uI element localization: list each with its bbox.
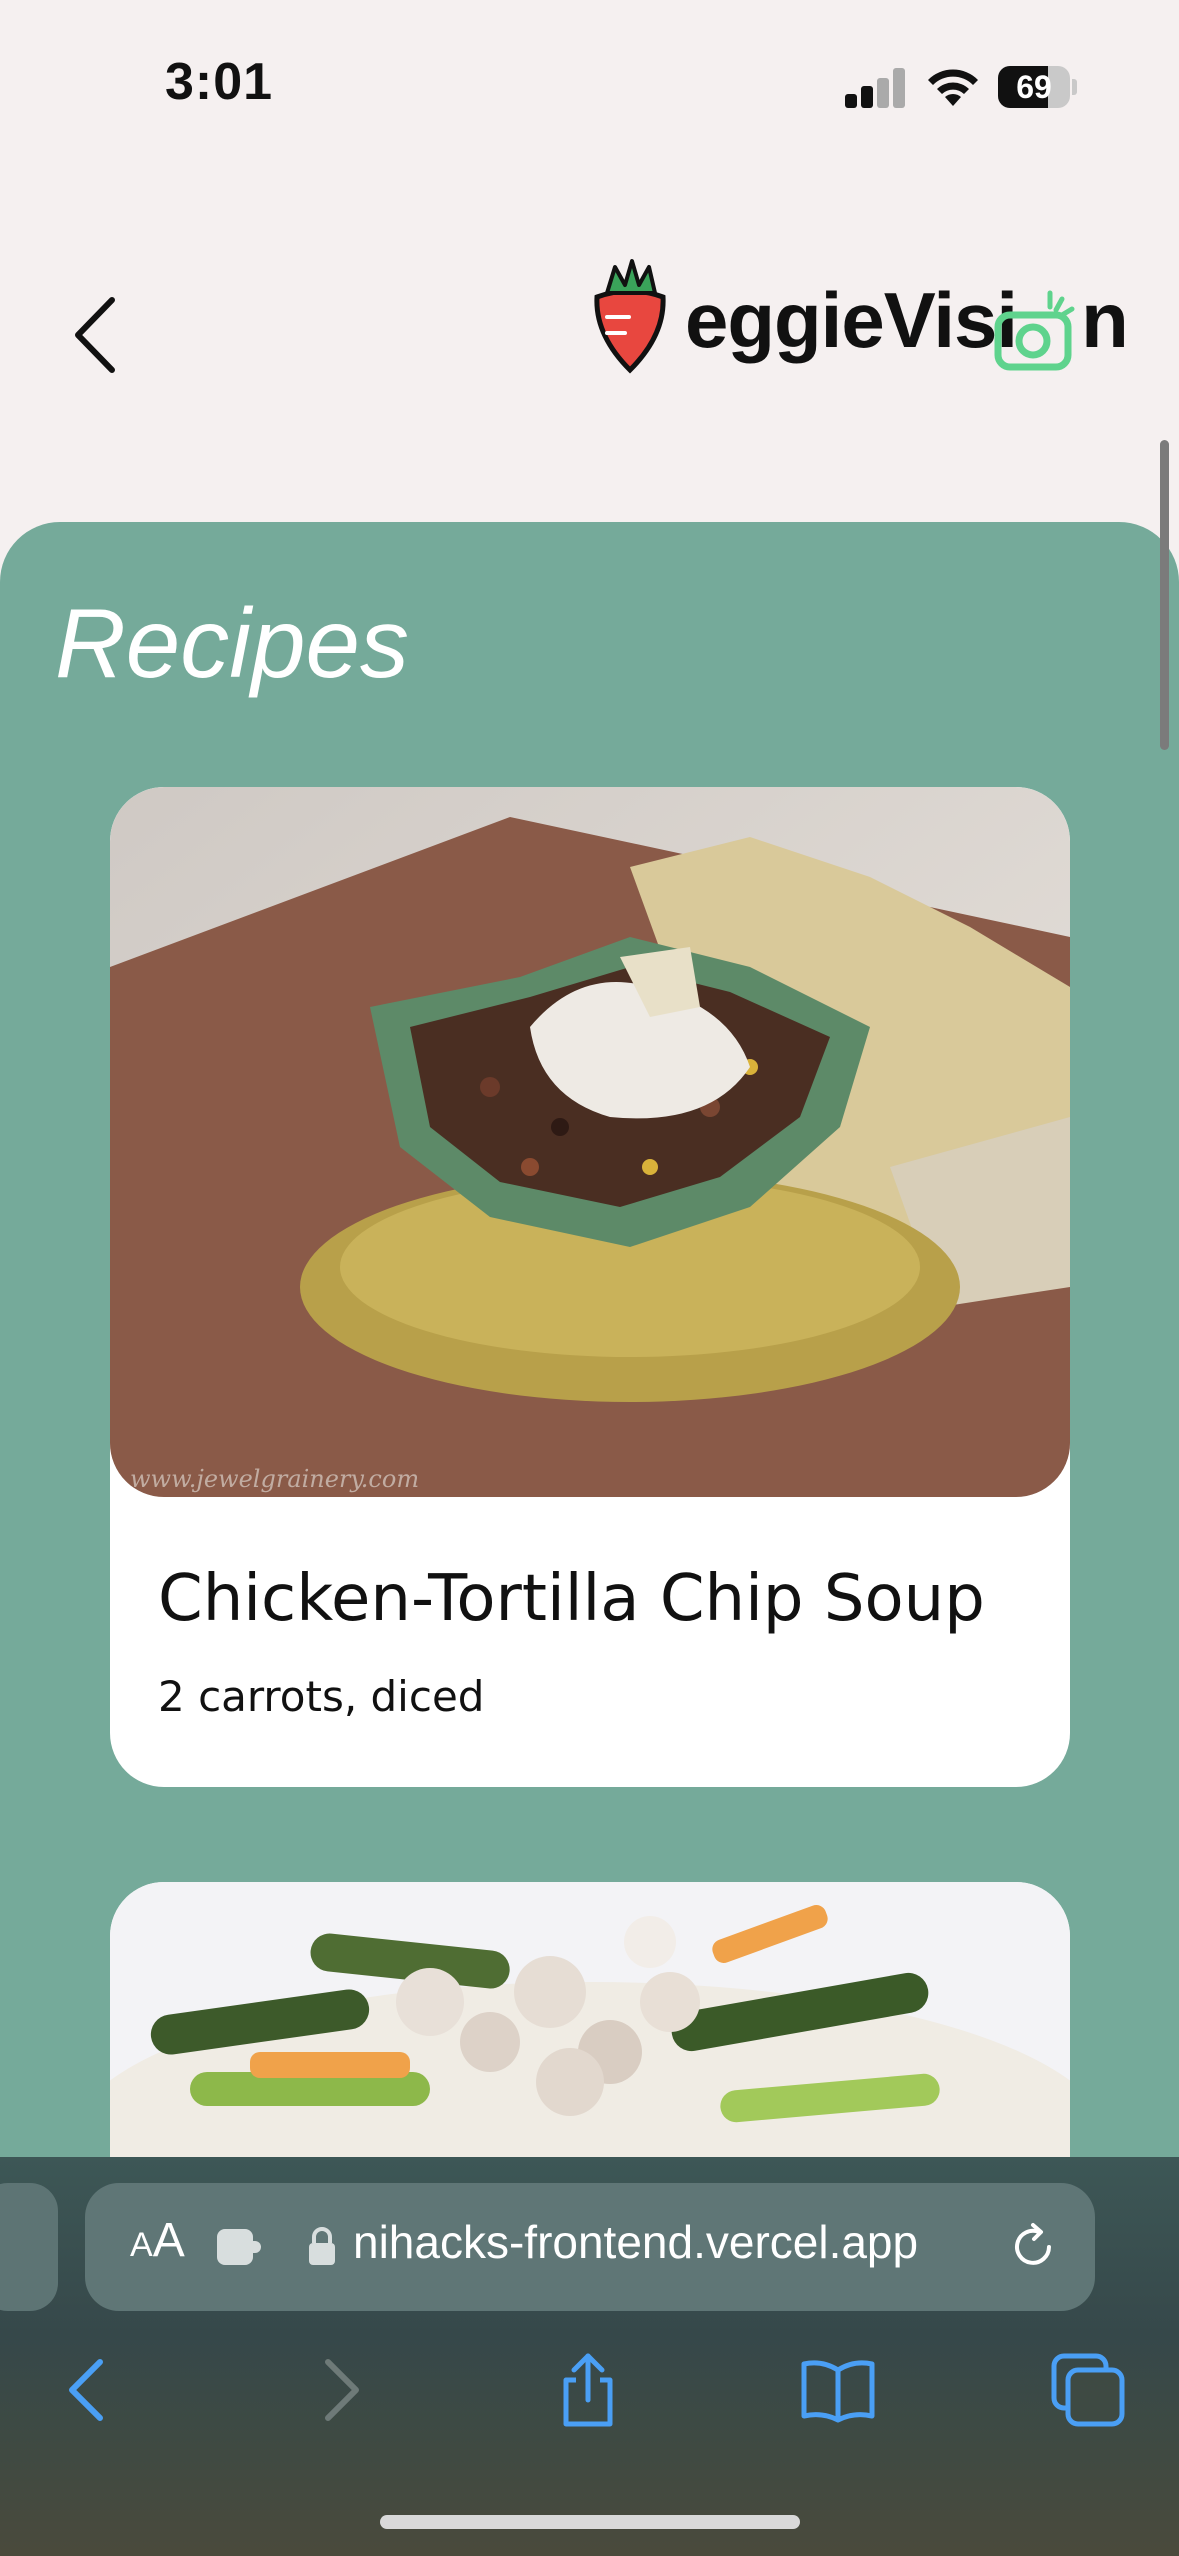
status-bar: 3:01 69 — [0, 0, 1179, 140]
tabs-icon[interactable] — [1048, 2350, 1128, 2430]
share-icon[interactable] — [548, 2350, 628, 2430]
wifi-icon — [928, 69, 978, 106]
scroll-indicator[interactable] — [1160, 440, 1169, 750]
recipe-image: www.jewelgrainery.com — [110, 787, 1070, 1497]
back-button[interactable] — [60, 285, 130, 385]
reload-icon[interactable] — [1005, 2219, 1061, 2275]
status-time: 3:01 — [165, 53, 274, 111]
recipes-panel: Recipes www.jewelgrainery.com Chicken-To… — [0, 522, 1179, 2222]
battery-icon: 69 — [998, 66, 1077, 108]
back-nav-icon[interactable] — [48, 2350, 128, 2430]
address-bar[interactable]: AA nihacks-frontend.vercel.app — [85, 2183, 1095, 2311]
url-text: nihacks-frontend.vercel.app — [353, 2216, 919, 2268]
extension-icon[interactable] — [215, 2225, 265, 2269]
cellular-signal-icon — [845, 68, 907, 108]
camera-icon — [994, 290, 1075, 371]
strawberry-icon — [594, 259, 666, 374]
recipe-title: Chicken-Tortilla Chip Soup — [158, 1562, 985, 1636]
recipe-card[interactable]: www.jewelgrainery.com Chicken-Tortilla C… — [110, 787, 1070, 1787]
logo-text-eggie: eggie — [685, 276, 885, 364]
page-title: Recipes — [55, 588, 410, 698]
lock-icon — [309, 2227, 335, 2265]
recipe-ingredient: 2 carrots, diced — [158, 1672, 485, 1721]
text-size-button[interactable]: AA — [130, 2213, 185, 2268]
logo-text-n: n — [1081, 276, 1129, 364]
veggievision-logo: eggieVisi n — [585, 255, 1135, 385]
battery-percent: 69 — [1016, 69, 1052, 105]
forward-nav-icon[interactable] — [300, 2350, 380, 2430]
home-indicator[interactable] — [380, 2515, 800, 2529]
bookmarks-icon[interactable] — [798, 2350, 878, 2430]
svg-text:www.jewelgrainery.com: www.jewelgrainery.com — [130, 1465, 419, 1493]
previous-tab-preview[interactable] — [0, 2183, 58, 2311]
